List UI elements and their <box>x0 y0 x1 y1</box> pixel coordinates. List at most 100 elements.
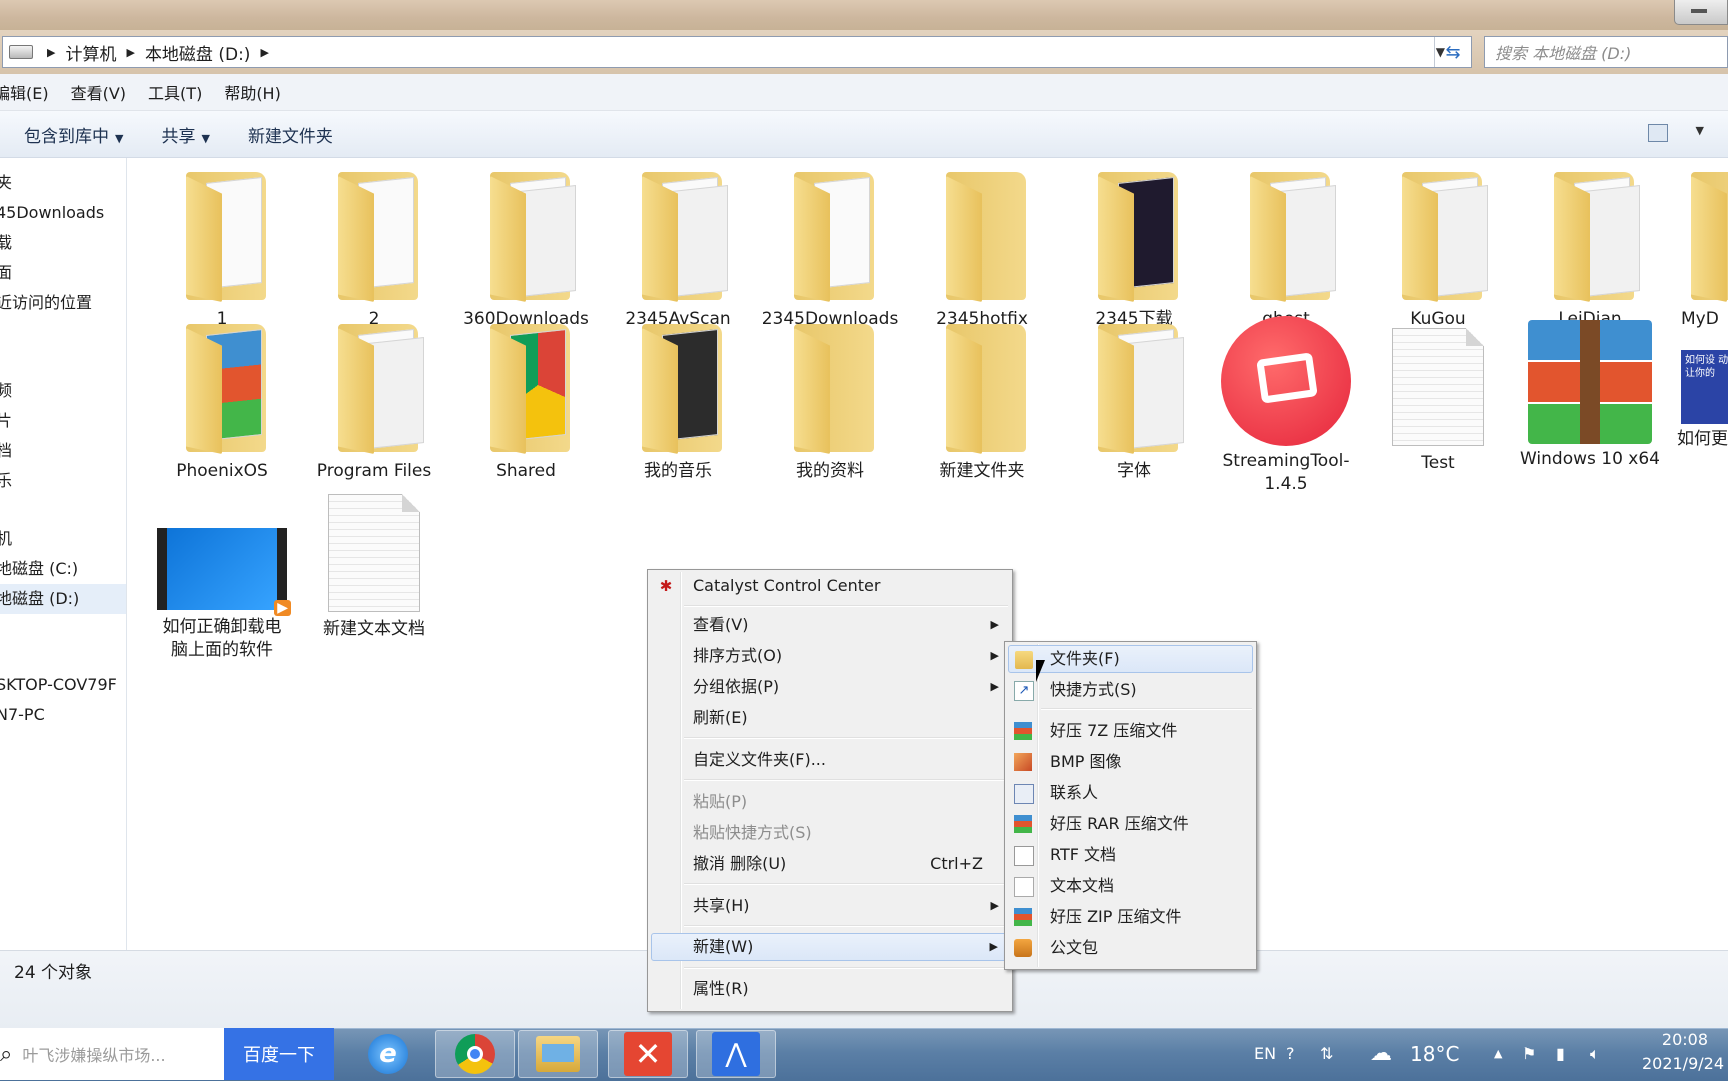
temperature[interactable]: 18°C <box>1410 1028 1459 1080</box>
nav-item[interactable]: 45Downloads <box>0 198 126 228</box>
file-item[interactable]: StreamingTool-1.4.5 <box>1211 310 1361 496</box>
submenu-arrow-icon: ▶ <box>989 940 998 953</box>
menu-item-group[interactable]: 分组依据(P) ▶ <box>651 673 1009 701</box>
taskbar-x-app[interactable]: ✕ <box>608 1030 688 1078</box>
file-item[interactable]: 我的音乐 <box>603 310 753 483</box>
chevron-right-icon[interactable]: ▶ <box>260 46 268 59</box>
file-item[interactable]: Windows 10 x64 <box>1515 310 1665 471</box>
file-item[interactable]: 2345hotfix <box>907 158 1057 331</box>
submenu-item-rtf[interactable]: RTF 文档 <box>1008 841 1253 869</box>
menu-view[interactable]: 查看(V) <box>71 80 126 104</box>
file-item[interactable]: Shared <box>451 310 601 483</box>
file-item[interactable]: KuGou <box>1363 158 1513 331</box>
breadcrumb-computer[interactable]: 计算机 <box>65 40 116 65</box>
share-button[interactable]: 共享 ▼ <box>161 122 209 147</box>
taskbar-chrome[interactable] <box>435 1030 515 1078</box>
submenu-item-text[interactable]: 文本文档 <box>1008 872 1253 900</box>
help-icon[interactable]: ? <box>1286 1028 1295 1080</box>
file-item[interactable]: 2 <box>299 158 449 331</box>
streaming-tool-icon <box>1221 316 1351 446</box>
menu-item-customize-folder[interactable]: 自定义文件夹(F)... <box>651 746 1009 774</box>
nav-item[interactable]: 片 <box>0 406 126 436</box>
nav-item-network[interactable]: SKTOP-COV79F <box>0 670 126 700</box>
nav-item[interactable]: 频 <box>0 376 126 406</box>
include-library-button[interactable]: 包含到库中 ▼ <box>24 122 123 147</box>
menu-item-label: 联系人 <box>1050 783 1099 802</box>
submenu-item-rar[interactable]: 好压 RAR 压缩文件 <box>1008 810 1253 838</box>
menu-item-catalyst[interactable]: ✱ Catalyst Control Center <box>651 572 1009 600</box>
taskbar-explorer[interactable] <box>518 1030 598 1078</box>
caret-down-icon: ▼ <box>201 131 210 145</box>
file-item[interactable]: 2345Downloads <box>755 158 905 331</box>
chevron-right-icon[interactable]: ▶ <box>47 46 55 59</box>
nav-item-computer[interactable]: 机 <box>0 524 126 554</box>
tray-expand-icon[interactable]: ▲ <box>1494 1028 1502 1080</box>
flag-icon[interactable]: ⚑ <box>1522 1028 1536 1080</box>
menu-item-properties[interactable]: 属性(R) <box>651 975 1009 1003</box>
minimize-button[interactable] <box>1674 0 1728 25</box>
clock-time[interactable]: 20:08 <box>1662 1030 1708 1049</box>
menu-item-undo-delete[interactable]: 撤消 删除(U) Ctrl+Z <box>651 850 1009 878</box>
nav-item[interactable]: 档 <box>0 436 126 466</box>
file-item[interactable]: 2345AvScan <box>603 158 753 331</box>
submenu-item-contact[interactable]: 联系人 <box>1008 779 1253 807</box>
submenu-item-zip[interactable]: 好压 ZIP 压缩文件 <box>1008 903 1253 931</box>
submenu-item-bmp[interactable]: BMP 图像 <box>1008 748 1253 776</box>
taskbar-m-app[interactable]: ⋀ <box>696 1030 776 1078</box>
submenu-item-briefcase[interactable]: 公文包 <box>1008 934 1253 962</box>
menu-item-label: 共享(H) <box>693 896 750 915</box>
menu-item-new[interactable]: 新建(W) ▶ <box>651 933 1009 961</box>
network-status-icon[interactable]: ⇅ <box>1320 1028 1333 1080</box>
file-item[interactable]: 新建文本文档 <box>299 488 449 641</box>
file-item[interactable]: 如何设 动清理 让你的 如何更 <box>1667 310 1728 451</box>
menu-help[interactable]: 帮助(H) <box>224 80 281 104</box>
volume-icon[interactable]: 🔈︎ <box>1590 1028 1600 1080</box>
view-options-icon[interactable] <box>1648 124 1668 142</box>
address-bar[interactable]: ▶ 计算机 ▶ 本地磁盘 (D:) ▶ ▼ ⇆ <box>2 36 1472 68</box>
new-folder-button[interactable]: 新建文件夹 <box>248 122 333 147</box>
baidu-search-button[interactable]: 百度一下 <box>224 1028 334 1080</box>
file-item[interactable]: 字体 <box>1059 310 1209 483</box>
submenu-item-7z[interactable]: 好压 7Z 压缩文件 <box>1008 717 1253 745</box>
nav-item-recent[interactable]: 近访问的位置 <box>0 288 126 318</box>
nav-item-drive-d[interactable]: 地磁盘 (D:) <box>0 584 126 614</box>
clock-date[interactable]: 2021/9/24 <box>1642 1054 1724 1073</box>
shortcut-label: Ctrl+Z <box>930 854 983 873</box>
nav-item[interactable]: 面 <box>0 258 126 288</box>
caret-down-icon[interactable]: ▼ <box>1696 124 1704 137</box>
nav-item-drive-c[interactable]: 地磁盘 (C:) <box>0 554 126 584</box>
menu-tools[interactable]: 工具(T) <box>148 80 202 104</box>
file-item[interactable]: 2345下载 <box>1059 158 1209 331</box>
menu-edit[interactable]: 编辑(E) <box>0 80 49 104</box>
menu-item-label: 排序方式(O) <box>693 646 783 665</box>
menu-item-view[interactable]: 查看(V) ▶ <box>651 611 1009 639</box>
file-item[interactable]: LeiDian <box>1515 158 1665 331</box>
folder-icon <box>628 166 728 304</box>
search-input[interactable]: 搜索 本地磁盘 (D:) <box>1484 36 1728 68</box>
nav-item[interactable]: 载 <box>0 228 126 258</box>
language-indicator[interactable]: EN <box>1254 1028 1276 1080</box>
file-item[interactable]: 如何正确卸载电脑上面的软件 <box>147 488 297 662</box>
file-item[interactable]: PhoenixOS <box>147 310 297 483</box>
file-item[interactable]: MyD <box>1667 158 1728 331</box>
nav-item[interactable]: 乐 <box>0 466 126 496</box>
file-item[interactable]: Program Files <box>299 310 449 483</box>
refresh-icon[interactable]: ⇆ <box>1434 37 1471 67</box>
nav-item-network[interactable]: N7-PC <box>0 700 126 730</box>
menu-item-share[interactable]: 共享(H) ▶ <box>651 892 1009 920</box>
taskbar-search-input[interactable]: ⌕ 叶飞涉嫌操纵市场... <box>0 1028 224 1080</box>
chevron-right-icon[interactable]: ▶ <box>126 46 134 59</box>
menu-item-refresh[interactable]: 刷新(E) <box>651 704 1009 732</box>
breadcrumb-drive-d[interactable]: 本地磁盘 (D:) <box>145 40 251 65</box>
file-item[interactable]: 1 <box>147 158 297 331</box>
weather-icon[interactable]: ☁ <box>1370 1028 1392 1080</box>
menu-item-sort[interactable]: 排序方式(O) ▶ <box>651 642 1009 670</box>
taskbar-ie[interactable]: e <box>348 1030 428 1078</box>
nav-item[interactable]: 夹 <box>0 168 126 198</box>
file-item[interactable]: 新建文件夹 <box>907 310 1057 483</box>
file-item[interactable]: ghost <box>1211 158 1361 331</box>
signal-icon[interactable]: ▮ <box>1556 1028 1565 1080</box>
file-item[interactable]: 我的资料 <box>755 310 905 483</box>
file-item[interactable]: Test <box>1363 310 1513 475</box>
file-item[interactable]: 360Downloads <box>451 158 601 331</box>
